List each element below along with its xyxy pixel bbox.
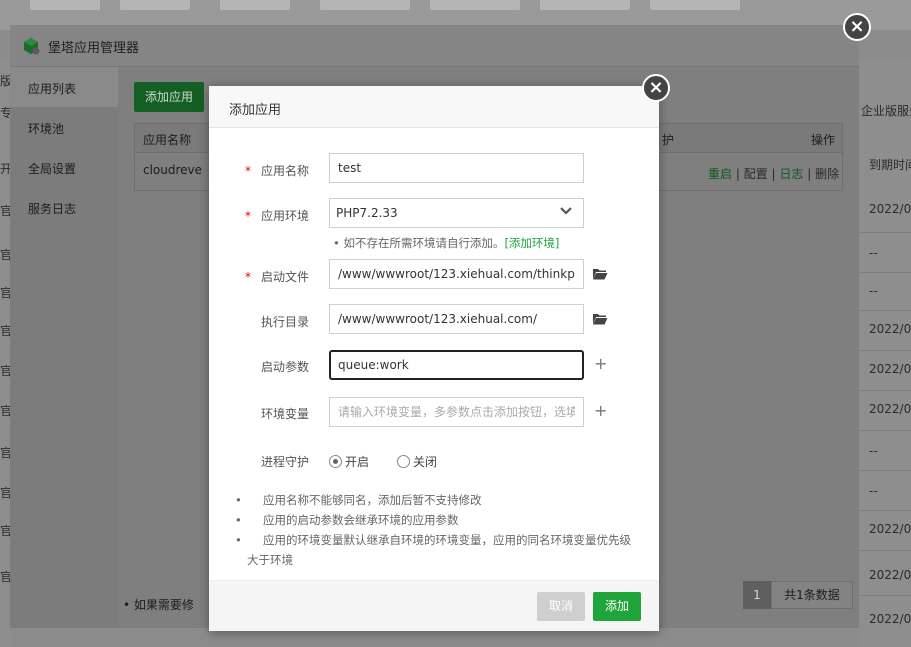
radio-unselected-icon[interactable] xyxy=(397,455,410,468)
start-args-label: 启动参数 xyxy=(260,360,309,374)
note-item: • 应用名称不能够同名，添加后暂不支持修改 xyxy=(235,493,482,507)
background-date: 2022/0 xyxy=(869,322,911,336)
background-date: -- xyxy=(869,246,878,260)
app-manager-header: 堡塔应用管理器 xyxy=(10,25,859,67)
note-item: • 应用的环境变量默认继承自环境的环境变量，应用的同名环境变量优先级大于环境 xyxy=(235,533,631,567)
background-date: 2022/0 xyxy=(869,522,911,536)
env-vars-input[interactable] xyxy=(329,397,584,427)
sidebar-item-env-pool[interactable]: 环境池 xyxy=(28,120,64,137)
background-tab xyxy=(120,0,190,10)
background-tab xyxy=(320,0,410,10)
manager-close-icon[interactable]: × xyxy=(843,13,871,41)
dialog-notes: • 应用名称不能够同名，添加后暂不支持修改 • 应用的启动参数会继承环境的应用参数 … xyxy=(235,490,642,570)
sidebar-item-global-settings[interactable]: 全局设置 xyxy=(28,160,76,177)
background-date: 2022/0 xyxy=(869,612,911,626)
background-divider xyxy=(859,550,911,551)
restart-link[interactable]: 重启 xyxy=(708,167,732,181)
page-number-current[interactable]: 1 xyxy=(743,581,771,609)
background-divider xyxy=(859,595,911,596)
dialog-close-icon[interactable]: × xyxy=(642,74,670,102)
col-app-name: 应用名称 xyxy=(143,133,192,147)
sidebar-item-service-log[interactable]: 服务日志 xyxy=(28,200,76,217)
app-name-label: * 应用名称 xyxy=(244,164,309,178)
op-separator: | xyxy=(803,167,816,181)
delete-link[interactable]: 删除 xyxy=(815,167,839,181)
radio-selected-icon[interactable] xyxy=(329,455,342,468)
log-link[interactable]: 日志 xyxy=(779,167,803,181)
folder-icon[interactable] xyxy=(592,268,608,280)
manager-footnote: • 如果需要修 xyxy=(123,598,194,612)
app-env-select[interactable]: PHP7.2.33 xyxy=(329,198,584,228)
row-app-name: cloudreve xyxy=(143,163,203,177)
background-tab xyxy=(30,0,100,10)
app-env-label: * 应用环境 xyxy=(244,209,309,223)
add-env-var-plus-icon[interactable]: + xyxy=(594,403,607,419)
op-separator: | xyxy=(732,167,744,181)
background-date: -- xyxy=(869,284,878,298)
bt-logo-icon xyxy=(24,38,40,55)
dialog-footer: 取消 添加 xyxy=(209,580,659,631)
background-col-header: 到期时间 xyxy=(869,158,911,172)
background-left-column xyxy=(0,60,10,647)
config-link[interactable]: 配置 xyxy=(744,167,768,181)
col-guard: 护 xyxy=(662,133,675,147)
col-operations: 操作 xyxy=(811,133,836,147)
start-file-label: * 启动文件 xyxy=(244,270,309,284)
background-tab xyxy=(430,0,520,10)
start-args-input[interactable] xyxy=(329,350,584,380)
app-name-input[interactable] xyxy=(329,153,584,183)
background-header-text: 企业版服务 xyxy=(861,104,911,118)
background-date: 2022/0 xyxy=(869,362,911,376)
sidebar-item-app-list[interactable]: 应用列表 xyxy=(28,80,76,97)
background-date: -- xyxy=(869,444,878,458)
start-file-input[interactable] xyxy=(329,259,584,289)
background-divider xyxy=(859,510,911,511)
folder-icon[interactable] xyxy=(592,313,608,325)
background-tab xyxy=(220,0,290,10)
exec-dir-input[interactable] xyxy=(329,304,584,334)
add-env-link[interactable]: [添加环境] xyxy=(504,236,559,250)
app-manager-title: 堡塔应用管理器 xyxy=(48,41,140,56)
background-tab xyxy=(540,0,630,10)
background-divider xyxy=(859,232,911,233)
add-button[interactable]: 添加 xyxy=(593,592,641,621)
background-divider xyxy=(859,310,911,311)
background-divider xyxy=(859,390,911,391)
app-manager-sidebar: 应用列表 环境池 全局设置 服务日志 xyxy=(10,67,118,628)
guard-off-radio[interactable]: 关闭 xyxy=(397,453,437,470)
guard-on-radio[interactable]: 开启 xyxy=(329,453,369,470)
background-tab xyxy=(650,0,740,10)
row-operations: 重启 | 配置 | 日志 | 删除 xyxy=(708,165,839,182)
required-mark: * xyxy=(244,164,251,178)
background-divider xyxy=(859,350,911,351)
add-app-dialog: 添加应用 *应用名称 *应用环境 PHP7.2.33 • 如不存在所需环境请自行… xyxy=(209,86,659,631)
background-divider xyxy=(859,272,911,273)
background-date: 2022/0 xyxy=(869,202,911,216)
background-divider xyxy=(859,430,911,431)
dialog-title: 添加应用 xyxy=(229,103,282,118)
guard-label: 进程守护 xyxy=(260,455,309,469)
env-vars-label: 环境变量 xyxy=(260,407,309,421)
background-date: -- xyxy=(869,484,878,498)
cancel-button[interactable]: 取消 xyxy=(537,592,585,621)
chevron-down-icon[interactable] xyxy=(559,204,573,218)
dialog-header: 添加应用 xyxy=(209,86,659,128)
add-arg-plus-icon[interactable]: + xyxy=(594,356,607,372)
add-app-button[interactable]: 添加应用 xyxy=(134,82,204,112)
env-hint: • 如不存在所需环境请自行添加。[添加环境] xyxy=(333,236,560,250)
note-item: • 应用的启动参数会继承环境的应用参数 xyxy=(235,513,459,527)
pagination-total: 共1条数据 xyxy=(771,581,853,609)
background-date: 2022/0 xyxy=(869,568,911,582)
required-mark: * xyxy=(244,209,251,223)
background-right-column xyxy=(859,60,911,647)
exec-dir-label: 执行目录 xyxy=(260,315,309,329)
op-separator: | xyxy=(767,167,780,181)
background-divider xyxy=(859,470,911,471)
required-mark: * xyxy=(244,270,251,284)
background-date: 2022/0 xyxy=(869,402,911,416)
